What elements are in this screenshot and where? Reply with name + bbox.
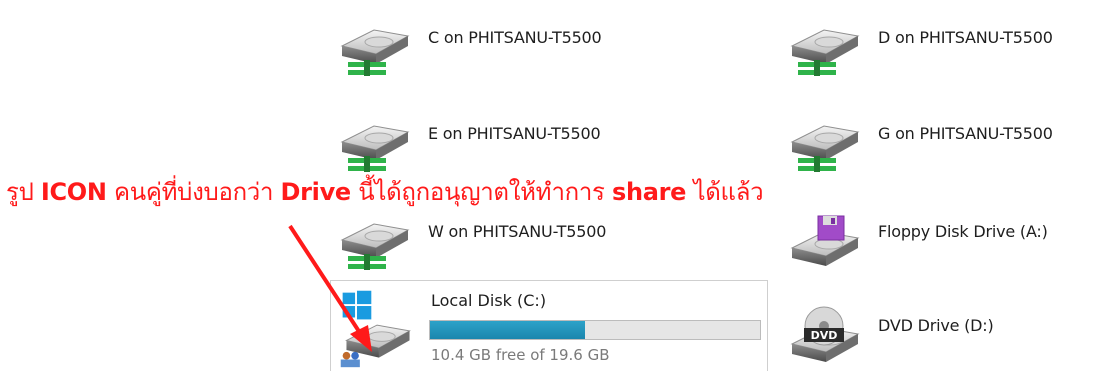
drive-label: DVD Drive (D:) — [878, 316, 994, 335]
network-drive-icon — [791, 125, 859, 172]
disk-free-text: 10.4 GB free of 19.6 GB — [431, 346, 610, 364]
disk-usage-fill — [430, 321, 586, 339]
network-drive-icon — [341, 29, 409, 76]
local-disk-label: Local Disk (C:) — [431, 291, 547, 310]
annotation-text: รูป ICON คนคู่ที่บ่งบอกว่า Drive นี้ได้ถ… — [6, 178, 764, 206]
windows-drive-icon — [340, 290, 411, 368]
drive-label: W on PHITSANU-T5500 — [428, 222, 607, 241]
drive-label: Floppy Disk Drive (A:) — [878, 222, 1048, 241]
drive-label: E on PHITSANU-T5500 — [428, 124, 601, 143]
shared-users-icon — [340, 351, 360, 368]
floppy-drive-icon — [791, 215, 859, 267]
dvd-drive-icon: DVD — [791, 306, 859, 363]
disk-usage-bar — [429, 320, 761, 340]
drive-label: C on PHITSANU-T5500 — [428, 28, 602, 47]
drive-label: G on PHITSANU-T5500 — [878, 124, 1053, 143]
network-drive-icon — [341, 223, 409, 270]
drive-label: D on PHITSANU-T5500 — [878, 28, 1053, 47]
dvd-badge: DVD — [811, 329, 838, 342]
network-drive-icon — [341, 125, 409, 172]
local-disk-tile[interactable]: Local Disk (C:) 10.4 GB free of 19.6 GB — [330, 280, 768, 371]
network-drive-icon — [791, 29, 859, 76]
